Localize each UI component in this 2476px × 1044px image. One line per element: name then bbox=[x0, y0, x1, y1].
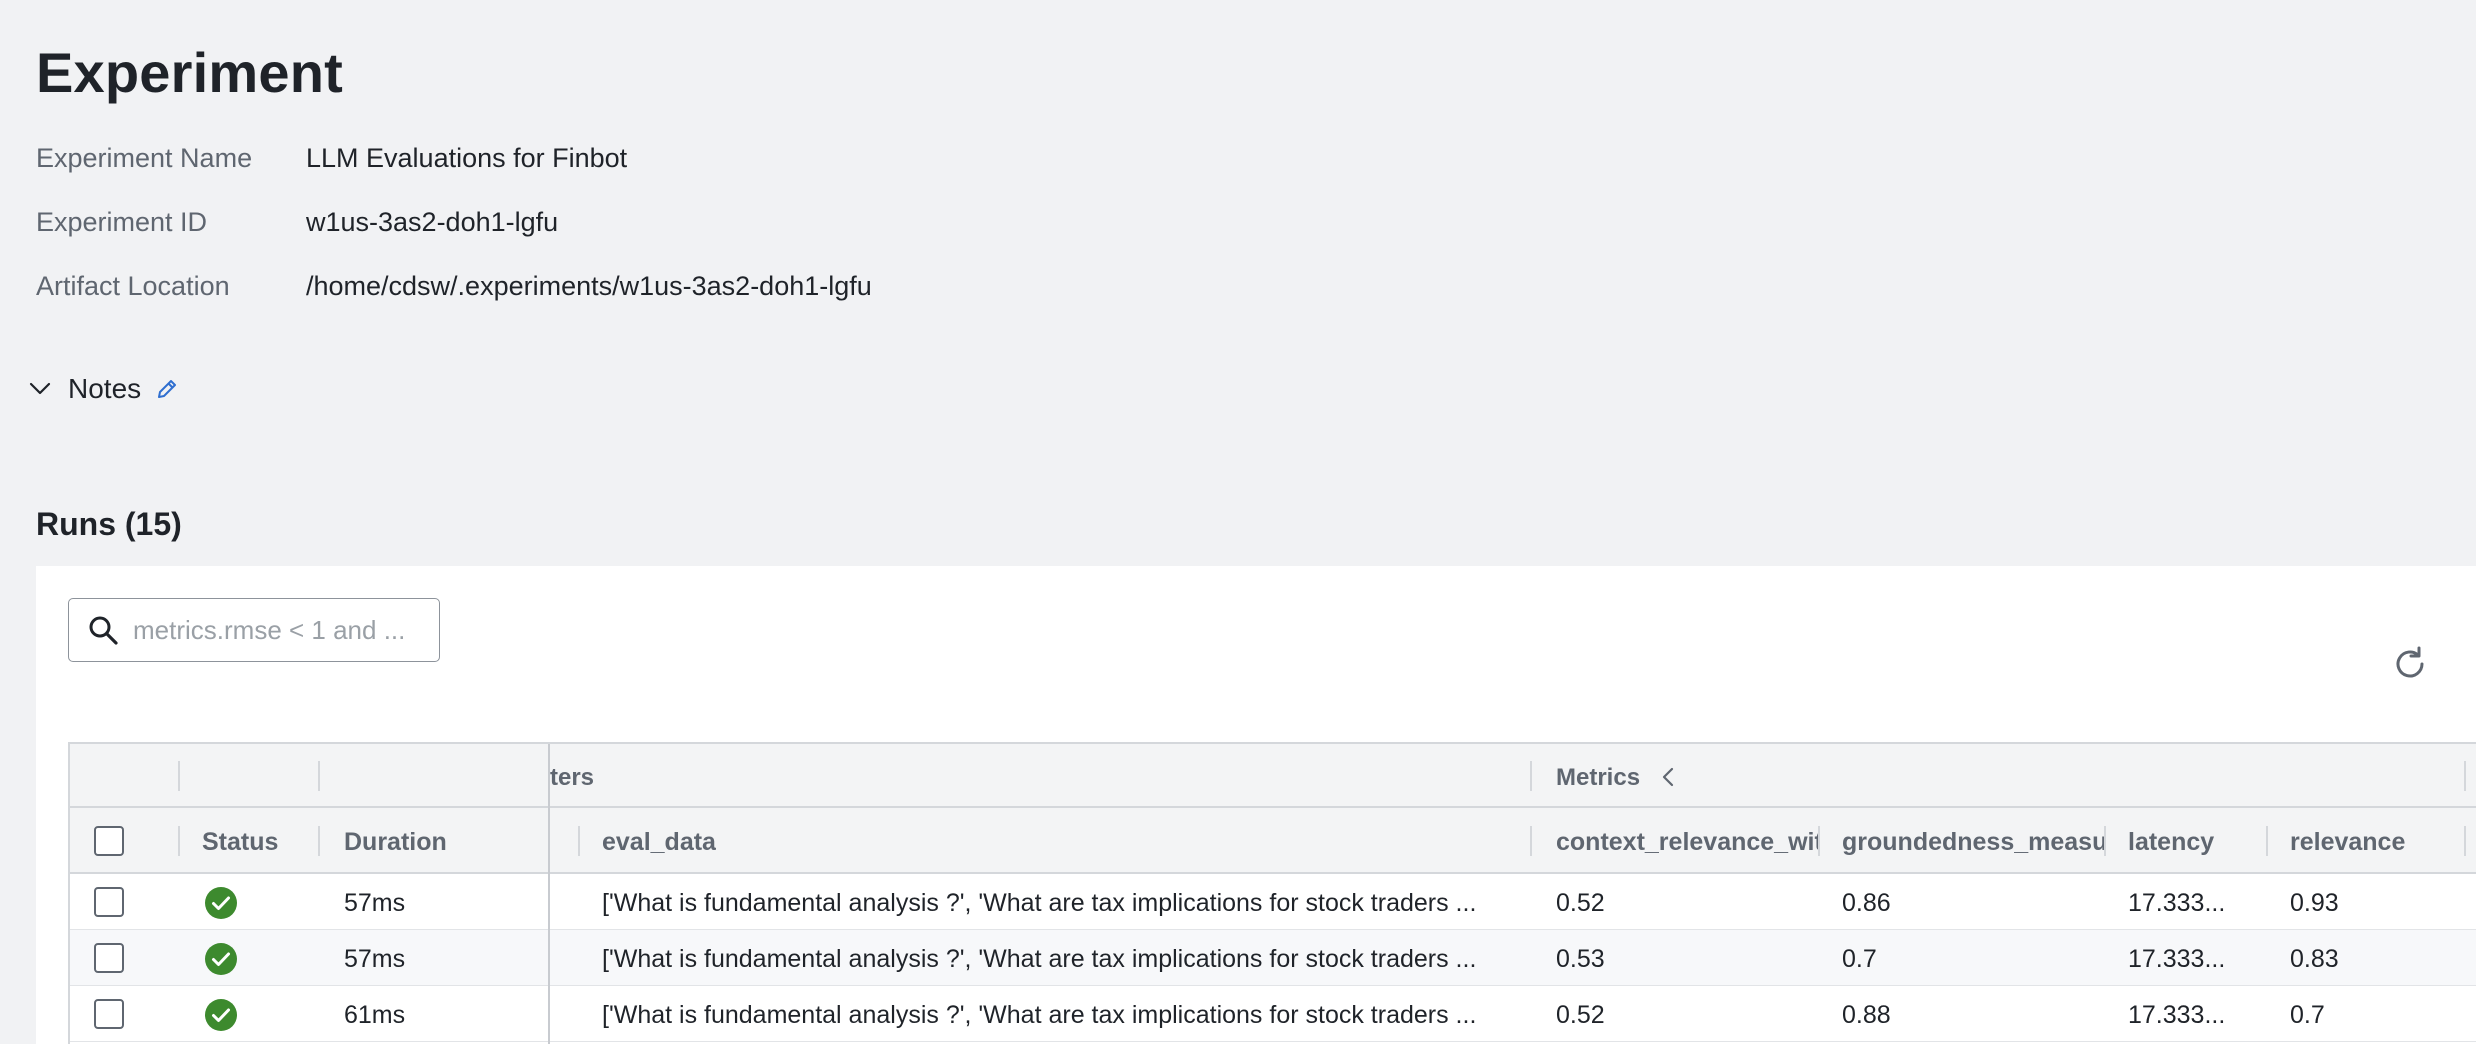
column-divider bbox=[1818, 826, 1820, 856]
search-icon bbox=[89, 616, 118, 645]
search-box[interactable] bbox=[68, 598, 440, 662]
column-header-duration[interactable]: Duration bbox=[344, 828, 447, 857]
column-header-status[interactable]: Status bbox=[202, 828, 278, 857]
column-divider bbox=[2464, 826, 2466, 856]
artifact-location-label: Artifact Location bbox=[36, 271, 230, 301]
success-check-icon bbox=[205, 943, 237, 975]
table-column-header: Status Duration eval_data context_releva… bbox=[70, 808, 2476, 874]
context-relevance-cell: 0.52 bbox=[1556, 1001, 1605, 1029]
column-divider bbox=[1530, 826, 1532, 856]
column-divider bbox=[178, 826, 180, 856]
table-row[interactable]: 57ms ['What is fundamental analysis ?', … bbox=[70, 930, 2476, 986]
params-group-label: ters bbox=[550, 764, 595, 791]
runs-title: Runs (15) bbox=[36, 506, 182, 542]
notes-toggle[interactable]: Notes bbox=[28, 373, 179, 405]
relevance-cell: 0.7 bbox=[2290, 1001, 2325, 1029]
column-divider bbox=[2464, 761, 2466, 791]
table-group-header: ters Metrics bbox=[70, 744, 2476, 808]
experiment-id-row: Experiment ID w1us-3as2-doh1-lgfu bbox=[36, 207, 558, 238]
search-input[interactable] bbox=[133, 614, 433, 646]
artifact-location-row: Artifact Location /home/cdsw/.experiment… bbox=[36, 271, 872, 302]
select-all-checkbox[interactable] bbox=[94, 826, 124, 856]
groundedness-cell: 0.88 bbox=[1842, 1001, 1891, 1029]
chevron-down-icon[interactable] bbox=[28, 377, 52, 401]
eval-data-cell: ['What is fundamental analysis ?', 'What… bbox=[602, 1001, 1477, 1029]
column-header-groundedness[interactable]: groundedness_measu bbox=[1842, 828, 2104, 857]
success-check-icon bbox=[205, 999, 237, 1031]
experiment-name-row: Experiment Name LLM Evaluations for Finb… bbox=[36, 143, 627, 174]
pencil-icon[interactable] bbox=[155, 377, 179, 401]
column-divider bbox=[318, 761, 320, 791]
row-checkbox[interactable] bbox=[94, 999, 124, 1029]
experiment-name-value: LLM Evaluations for Finbot bbox=[306, 143, 628, 173]
column-header-eval-data[interactable]: eval_data bbox=[602, 828, 716, 857]
refresh-icon[interactable] bbox=[2390, 644, 2430, 684]
column-header-context-relevance[interactable]: context_relevance_wit bbox=[1556, 828, 1818, 857]
experiment-id-label: Experiment ID bbox=[36, 207, 208, 237]
duration-cell: 57ms bbox=[344, 889, 406, 917]
experiment-name-label: Experiment Name bbox=[36, 143, 253, 173]
column-divider bbox=[2266, 826, 2268, 856]
column-divider bbox=[2104, 826, 2106, 856]
groundedness-cell: 0.7 bbox=[1842, 945, 1877, 973]
experiment-page: Experiment Experiment Name LLM Evaluatio… bbox=[0, 0, 2476, 1044]
row-checkbox[interactable] bbox=[94, 943, 124, 973]
chevron-left-icon[interactable] bbox=[1660, 766, 1676, 788]
groundedness-cell: 0.86 bbox=[1842, 889, 1891, 917]
duration-cell: 61ms bbox=[344, 1001, 406, 1029]
context-relevance-cell: 0.53 bbox=[1556, 945, 1605, 973]
column-divider bbox=[1530, 761, 1532, 791]
column-divider bbox=[178, 761, 180, 791]
runs-panel: ters Metrics Status Duration eval_data c… bbox=[36, 566, 2476, 1044]
pinned-columns-divider bbox=[548, 744, 550, 1044]
relevance-cell: 0.93 bbox=[2290, 889, 2339, 917]
table-row[interactable]: 61ms ['What is fundamental analysis ?', … bbox=[70, 986, 2476, 1042]
latency-cell: 17.333... bbox=[2128, 1001, 2226, 1029]
artifact-location-value: /home/cdsw/.experiments/w1us-3as2-doh1-l… bbox=[306, 271, 872, 301]
latency-cell: 17.333... bbox=[2128, 889, 2226, 917]
experiment-id-value: w1us-3as2-doh1-lgfu bbox=[306, 207, 559, 237]
notes-label[interactable]: Notes bbox=[68, 373, 141, 405]
metrics-group-label: Metrics bbox=[1556, 764, 1641, 791]
eval-data-cell: ['What is fundamental analysis ?', 'What… bbox=[602, 889, 1477, 917]
row-checkbox[interactable] bbox=[94, 887, 124, 917]
column-divider bbox=[578, 826, 580, 856]
table-row[interactable]: 57ms ['What is fundamental analysis ?', … bbox=[70, 874, 2476, 930]
column-divider bbox=[318, 826, 320, 856]
column-header-relevance[interactable]: relevance bbox=[2290, 828, 2405, 857]
column-header-latency[interactable]: latency bbox=[2128, 828, 2214, 857]
duration-cell: 57ms bbox=[344, 945, 406, 973]
runs-table: ters Metrics Status Duration eval_data c… bbox=[68, 742, 2476, 1044]
context-relevance-cell: 0.52 bbox=[1556, 889, 1605, 917]
page-title: Experiment bbox=[36, 41, 343, 104]
success-check-icon bbox=[205, 887, 237, 919]
latency-cell: 17.333... bbox=[2128, 945, 2226, 973]
eval-data-cell: ['What is fundamental analysis ?', 'What… bbox=[602, 945, 1477, 973]
relevance-cell: 0.83 bbox=[2290, 945, 2339, 973]
